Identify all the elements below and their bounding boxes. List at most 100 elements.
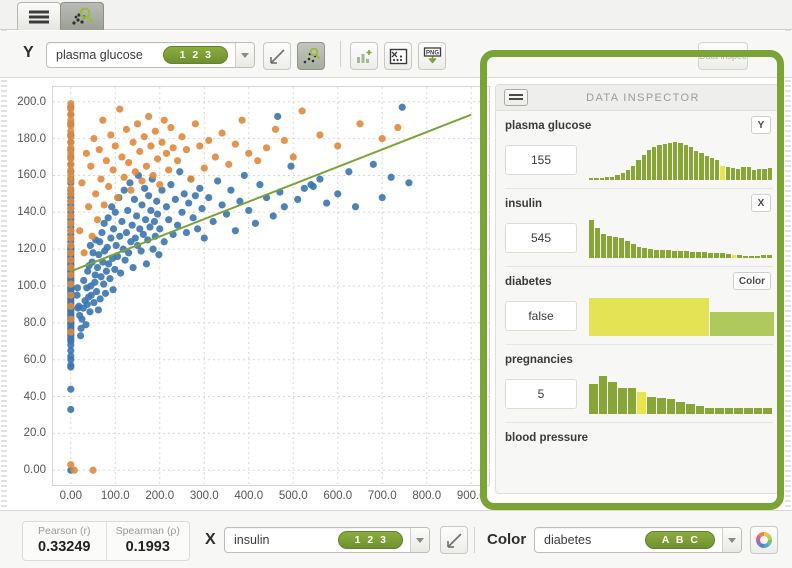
histogram-bar: [672, 250, 678, 258]
add-chart-button[interactable]: [350, 42, 378, 70]
scatter-explore-tab[interactable]: [60, 2, 104, 30]
color-field-type-badge: A B C: [644, 530, 715, 550]
scatter-magnifier-icon: [72, 7, 93, 25]
correlation-panel: Pearson (r) 0.33249 Spearman (ρ) 0.1993: [22, 521, 190, 561]
histogram-bar: [636, 246, 642, 258]
histogram-bar: [749, 256, 755, 258]
regression-line-button[interactable]: [440, 526, 468, 554]
histogram-bar: [624, 241, 630, 258]
x-tick-label: 900.0: [456, 490, 486, 502]
y-axis-label: Y: [23, 44, 34, 61]
x-tick-label: 700.0: [367, 490, 397, 502]
histogram-bar: [604, 177, 609, 180]
inspector-field-row: 5: [505, 374, 773, 414]
histogram-bar: [701, 252, 707, 258]
line-chart-button[interactable]: [263, 42, 291, 70]
x-axis-label: X: [205, 531, 216, 548]
histogram-bar: [741, 166, 746, 180]
histogram-bar: [695, 251, 701, 258]
histogram-bar: [610, 176, 615, 180]
data-table-tab[interactable]: [17, 2, 61, 30]
histogram-bar: [662, 143, 667, 180]
histogram-bar: [705, 407, 714, 414]
y-tick-label: 0.00: [23, 464, 46, 477]
histogram-bar: [695, 406, 705, 414]
histogram-bar: [678, 142, 683, 180]
inspector-histogram[interactable]: [589, 140, 773, 180]
histogram-bar: [707, 252, 713, 258]
color-palette-button[interactable]: [750, 526, 778, 554]
shuffle-matrix-button[interactable]: [384, 42, 412, 70]
histogram-bar: [736, 168, 741, 180]
histogram-bar: [666, 399, 676, 414]
histogram-bar: [767, 254, 773, 258]
histogram-bar: [743, 256, 749, 258]
data-inspector-fields: plasma glucose Y 155 insulin X 545 diabetes Col…: [496, 111, 782, 452]
histogram-bar: [615, 175, 620, 180]
histogram-bar: [641, 154, 646, 180]
x-field-chevron-icon[interactable]: [410, 528, 429, 552]
inspector-field: pregnancies 5: [505, 345, 773, 423]
histogram-bar: [598, 376, 608, 414]
histogram-bar: [684, 251, 689, 258]
inspector-field: insulin X 545: [505, 189, 773, 267]
toolbar: Y plasma glucose 1 2 3 PNG Data inspec: [0, 31, 792, 78]
inspector-field-role-tag[interactable]: Color: [732, 272, 771, 290]
color-field-chevron-icon[interactable]: [722, 528, 741, 552]
histogram-bar: [608, 382, 618, 414]
scatter-plot-canvas[interactable]: [52, 86, 490, 486]
histogram-bar: [725, 253, 731, 258]
spearman-label: Spearman (ρ): [115, 525, 180, 537]
histogram-bar: [600, 234, 606, 258]
inspector-field-value[interactable]: 545: [505, 223, 577, 253]
inspector-category-bars[interactable]: [589, 296, 774, 336]
histogram-bar: [594, 228, 600, 258]
histogram-bar: [648, 248, 654, 258]
y-axis-tick-labels: 0.00 20.0 40.0 60.0 80.0 100.0 120.0 140.0 160.0…: [0, 86, 46, 486]
x-field-select[interactable]: insulin 1 2 3: [224, 527, 430, 553]
x-tick-label: 0.00: [59, 490, 82, 502]
histogram-bar: [737, 254, 743, 258]
histogram-bar: [606, 236, 612, 258]
category-bar: [589, 298, 709, 336]
status-bar: Pearson (r) 0.33249 Spearman (ρ) 0.1993 …: [0, 510, 792, 568]
toolbar-divider: [340, 41, 341, 67]
y-field-chevron-icon[interactable]: [235, 43, 254, 67]
histogram-bar: [719, 253, 725, 258]
y-tick-label: 200.0: [17, 95, 46, 108]
histogram-bar: [589, 220, 594, 258]
category-bar: [709, 312, 774, 336]
inspector-field-value[interactable]: false: [505, 301, 577, 331]
histogram-bar: [714, 408, 724, 414]
inspector-histogram[interactable]: [589, 218, 773, 258]
inspector-field-role-tag[interactable]: Y: [751, 116, 771, 134]
histogram-bar: [599, 177, 604, 180]
histogram-bar: [589, 178, 594, 180]
svg-text:PNG: PNG: [425, 50, 438, 56]
x-tick-label: 500.0: [278, 490, 308, 502]
inspector-field-name: blood pressure: [505, 432, 589, 444]
histogram-bar: [699, 153, 704, 180]
data-inspector-toggle[interactable]: Data inspector: [698, 42, 748, 70]
inspector-field-name: insulin: [505, 198, 543, 210]
histogram-bar: [646, 150, 651, 180]
histogram-bar: [685, 403, 695, 414]
inspector-field-value[interactable]: 5: [505, 379, 577, 409]
inspector-field-row: 155: [505, 140, 773, 180]
pearson-label: Pearson (r): [37, 525, 91, 537]
y-field-select[interactable]: plasma glucose 1 2 3: [46, 42, 255, 68]
inspector-field-value[interactable]: 155: [505, 145, 577, 175]
histogram-bar: [636, 160, 641, 180]
y-tick-label: 120.0: [17, 243, 46, 256]
spearman-value: 0.1993: [125, 539, 170, 555]
histogram-bar: [761, 254, 767, 258]
scatter-plot-button[interactable]: [297, 42, 325, 70]
inspector-field-row: 545: [505, 218, 773, 258]
scatter-icon: [303, 47, 320, 63]
color-field-select[interactable]: diabetes A B C: [534, 527, 742, 553]
export-png-button[interactable]: PNG: [418, 42, 446, 70]
histogram-bar: [666, 250, 672, 258]
data-inspector-menu-button[interactable]: [504, 89, 528, 106]
inspector-histogram[interactable]: [589, 374, 773, 414]
inspector-field-role-tag[interactable]: X: [751, 194, 771, 212]
